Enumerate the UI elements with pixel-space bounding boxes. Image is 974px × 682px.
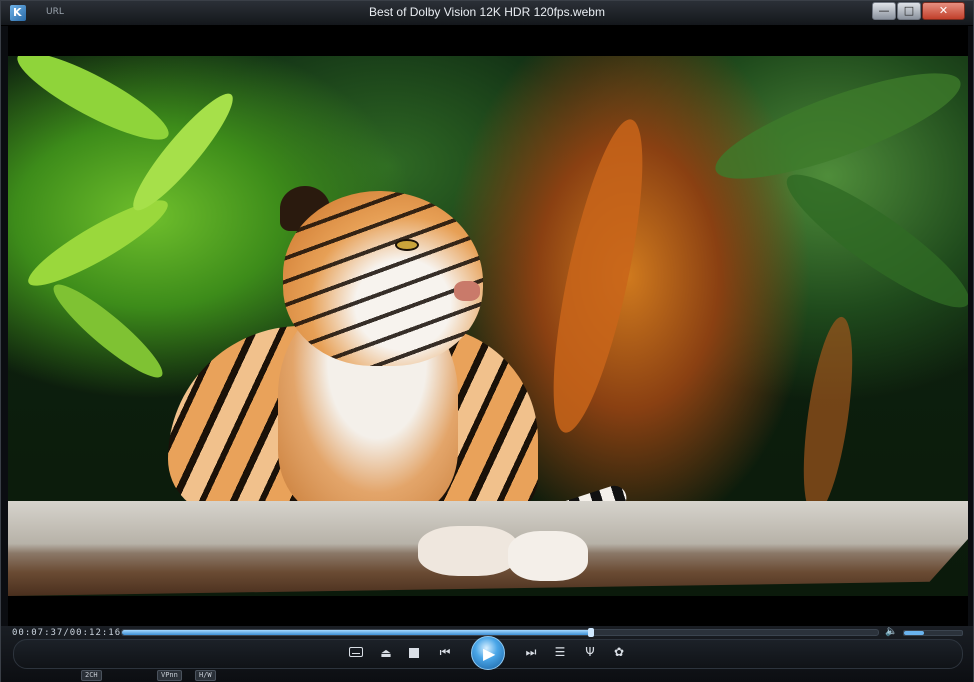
- close-button[interactable]: ✕: [922, 2, 965, 20]
- tiger-nose: [454, 281, 480, 301]
- hw-accel-badge[interactable]: H/W: [195, 670, 216, 681]
- eject-icon[interactable]: ⏏: [379, 646, 393, 660]
- skip-previous-icon[interactable]: ⏮: [437, 645, 453, 659]
- tiger-paw: [418, 526, 518, 576]
- title-bar[interactable]: K URL Best of Dolby Vision 12K HDR 120fp…: [1, 1, 973, 26]
- seek-progress: [122, 630, 591, 635]
- stop-icon[interactable]: [409, 648, 419, 658]
- palm-frond: [535, 113, 661, 439]
- control-panel: 00:07:37/00:12:16 🔈 ⏏ ⏮ ▶ ⏭ ☰ Ψ ✿ 2CH VP…: [1, 626, 973, 682]
- audio-channels-badge[interactable]: 2CH: [81, 670, 102, 681]
- palm-frond: [773, 157, 968, 325]
- subtitle-icon[interactable]: [349, 647, 363, 657]
- seek-bar[interactable]: [121, 628, 879, 637]
- palm-trunk: [794, 314, 862, 518]
- volume-level: [904, 631, 925, 635]
- seek-thumb[interactable]: [587, 628, 594, 637]
- gear-icon[interactable]: ✿: [612, 645, 626, 659]
- bamboo-leaf: [8, 56, 178, 154]
- tiger-paw: [508, 531, 588, 581]
- tiger-eye: [395, 239, 419, 251]
- play-button[interactable]: ▶: [471, 636, 505, 670]
- bamboo-leaf: [20, 188, 176, 298]
- player-window: K URL Best of Dolby Vision 12K HDR 120fp…: [0, 0, 974, 682]
- time-display[interactable]: 00:07:37/00:12:16: [12, 628, 121, 638]
- volume-icon[interactable]: 🔈: [885, 626, 897, 637]
- minimize-button[interactable]: —: [872, 2, 896, 20]
- video-frame: [8, 56, 968, 596]
- playlist-icon[interactable]: ☰: [553, 645, 567, 659]
- maximize-button[interactable]: □: [897, 2, 921, 20]
- decoder-badge[interactable]: VPnn: [157, 670, 182, 681]
- skip-next-icon[interactable]: ⏭: [523, 645, 539, 659]
- palm-frond: [705, 56, 968, 199]
- bamboo-leaf: [44, 274, 172, 388]
- volume-slider[interactable]: [903, 630, 963, 636]
- video-area[interactable]: [8, 26, 968, 626]
- audio-effects-icon[interactable]: Ψ: [583, 645, 597, 659]
- play-icon: ▶: [483, 644, 496, 663]
- window-title: Best of Dolby Vision 12K HDR 120fps.webm: [369, 5, 605, 19]
- tiger-head: [283, 191, 483, 366]
